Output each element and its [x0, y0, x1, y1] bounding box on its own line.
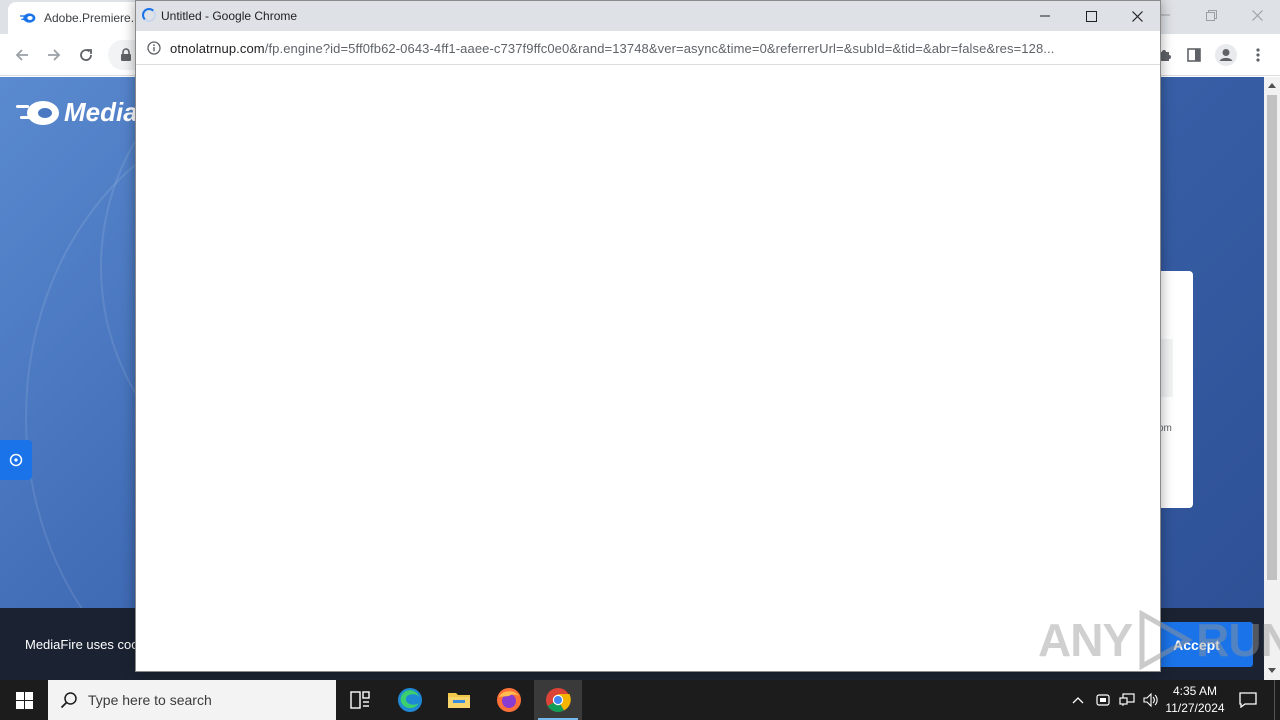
scrollbar-thumb[interactable] [1267, 95, 1277, 580]
task-view-icon [350, 691, 370, 709]
task-view-button[interactable] [336, 680, 384, 720]
restore-icon [1205, 9, 1217, 21]
windows-taskbar: Type here to search 4:35 AM 11/27/2024 [0, 680, 1280, 720]
mediafire-logo[interactable]: Media [16, 97, 138, 128]
firefox-icon [497, 688, 521, 712]
maximize-icon [1085, 10, 1097, 22]
cookie-banner-text: MediaFire uses coo [25, 637, 139, 652]
background-close-button[interactable] [1234, 0, 1280, 30]
arrow-right-icon [48, 49, 61, 61]
profile-avatar-icon [1215, 44, 1237, 66]
mediafire-flame-icon [16, 100, 59, 125]
taskbar-file-explorer[interactable] [435, 680, 483, 720]
arrow-left-icon [15, 49, 28, 61]
taskbar-edge[interactable] [386, 680, 434, 720]
mediafire-logo-text: Media [64, 97, 138, 127]
popup-minimize-button[interactable] [1022, 1, 1068, 31]
close-icon [1251, 9, 1263, 21]
tray-volume-button[interactable] [1141, 690, 1161, 710]
loading-spinner-icon [142, 8, 156, 22]
scroll-up-arrow-icon[interactable] [1268, 83, 1276, 88]
search-placeholder: Type here to search [88, 692, 212, 708]
taskbar-firefox[interactable] [485, 680, 533, 720]
page-scrollbar[interactable] [1264, 77, 1280, 680]
info-icon[interactable] [147, 41, 161, 55]
tray-device-button[interactable] [1093, 690, 1113, 710]
lock-icon [121, 48, 131, 61]
clock-date: 11/27/2024 [1165, 701, 1225, 715]
kebab-menu-icon [1256, 48, 1260, 62]
minimize-icon [1040, 15, 1050, 17]
chrome-menu-button[interactable] [1246, 43, 1270, 67]
play-triangle-icon [1139, 610, 1194, 670]
tray-show-hidden-button[interactable] [1068, 690, 1088, 710]
back-button[interactable] [10, 43, 34, 67]
show-desktop-button[interactable] [1274, 680, 1280, 720]
reload-icon [80, 49, 92, 61]
profile-button[interactable] [1214, 43, 1238, 67]
minimize-icon [1160, 14, 1170, 16]
anyrun-watermark: ANY RUN [1038, 608, 1280, 672]
close-icon [1131, 10, 1143, 22]
watermark-text-right: RUN [1196, 614, 1280, 666]
reload-button[interactable] [74, 43, 98, 67]
url-path: /fp.engine?id=5ff0fb62-0643-4ff1-aaee-c7… [264, 41, 1055, 56]
url-host: otnolatrnup.com [170, 41, 265, 56]
file-explorer-icon [448, 693, 470, 708]
taskbar-search-box[interactable]: Type here to search [48, 680, 336, 720]
side-panel-icon [1187, 48, 1201, 62]
edge-icon [398, 688, 422, 712]
chrome-icon [546, 688, 571, 713]
chevron-up-icon [1072, 697, 1084, 704]
floating-side-button[interactable] [0, 440, 32, 480]
background-tab[interactable]: Adobe.Premiere.P [8, 2, 144, 34]
tray-network-button[interactable] [1117, 690, 1137, 710]
forward-button[interactable] [42, 43, 66, 67]
device-icon [1096, 694, 1110, 706]
clock-time: 4:35 AM [1172, 684, 1218, 698]
start-button[interactable] [0, 680, 48, 720]
popup-url-text[interactable]: otnolatrnup.com/fp.engine?id=5ff0fb62-06… [170, 41, 1136, 56]
mediafire-favicon-icon [20, 13, 36, 23]
taskbar-chrome[interactable] [534, 680, 582, 720]
popup-window-title: Untitled - Google Chrome [161, 9, 298, 23]
notification-icon [1239, 692, 1257, 708]
popup-browser-window: Untitled - Google Chrome otnolatrnup.com… [135, 0, 1161, 672]
notification-center-button[interactable] [1234, 680, 1262, 720]
popup-maximize-button[interactable] [1068, 1, 1114, 31]
background-tab-title: Adobe.Premiere.P [44, 11, 143, 25]
popup-close-button[interactable] [1114, 1, 1160, 31]
search-icon [60, 692, 77, 709]
windows-logo-icon [15, 691, 33, 709]
target-icon [9, 453, 23, 467]
side-panel-button[interactable] [1182, 43, 1206, 67]
network-icon [1119, 693, 1135, 706]
popup-title-bar[interactable]: Untitled - Google Chrome [136, 1, 1160, 31]
popup-blank-content [136, 66, 1160, 671]
popup-url-bar[interactable]: otnolatrnup.com/fp.engine?id=5ff0fb62-06… [136, 31, 1160, 65]
speaker-icon [1143, 693, 1158, 707]
background-restore-button[interactable] [1188, 0, 1234, 30]
taskbar-clock[interactable]: 4:35 AM 11/27/2024 [1160, 683, 1230, 717]
watermark-text-left: ANY [1038, 614, 1133, 666]
